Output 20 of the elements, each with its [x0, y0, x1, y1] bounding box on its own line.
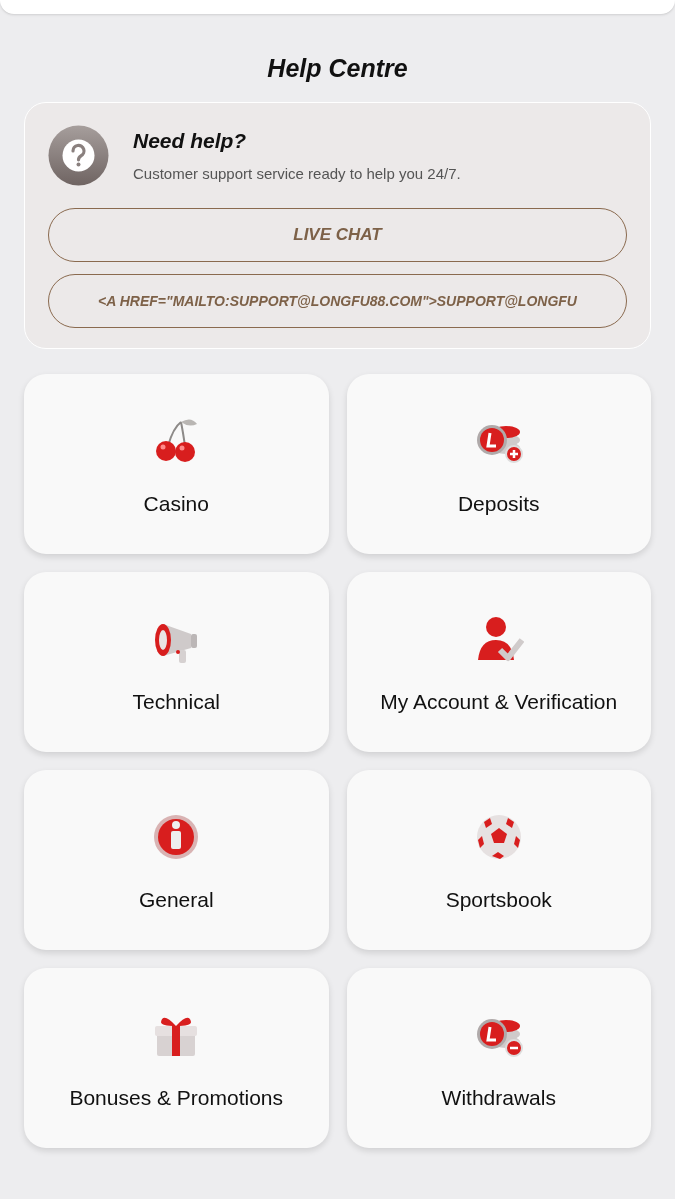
- category-label: Casino: [143, 490, 209, 517]
- help-text: Customer support service ready to help you 24/7.: [133, 163, 461, 184]
- category-label: My Account & Verification: [380, 688, 618, 715]
- help-heading: Need help?: [133, 128, 248, 154]
- category-tile[interactable]: My Account & Verification: [346, 571, 651, 752]
- page-title: Help Centre: [266, 53, 409, 84]
- category-tile[interactable]: Sportsbook: [346, 769, 651, 950]
- category-tile[interactable]: Withdrawals: [346, 967, 651, 1148]
- category-tile[interactable]: Deposits: [346, 373, 651, 554]
- category-tile[interactable]: Technical: [24, 571, 329, 752]
- category-label: Withdrawals: [441, 1084, 556, 1111]
- category-tile[interactable]: Casino: [24, 373, 329, 554]
- category-label: General: [138, 886, 214, 913]
- question-icon: [48, 124, 109, 186]
- category-tile[interactable]: General: [24, 769, 329, 950]
- category-label: Sportsbook: [445, 886, 552, 913]
- category-label: Technical: [132, 688, 221, 715]
- category-label: Deposits: [457, 490, 540, 517]
- category-tile[interactable]: Bonuses & Promotions: [24, 967, 329, 1148]
- category-label: Bonuses & Promotions: [69, 1084, 284, 1111]
